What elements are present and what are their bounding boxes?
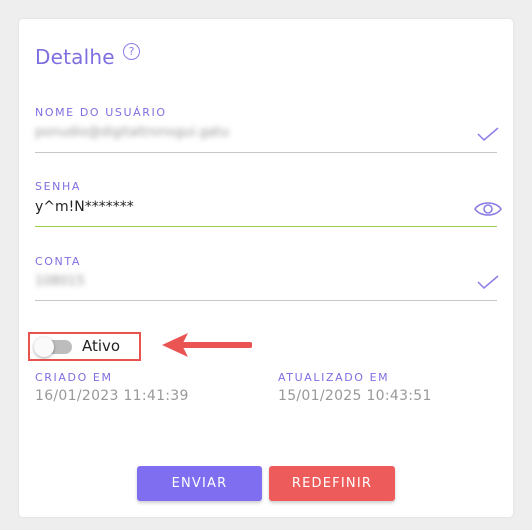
check-icon: [477, 275, 499, 289]
updated-value: 15/01/2025 10:43:51: [278, 388, 432, 404]
username-value[interactable]: ponudio@digitaltronogui.gatu: [35, 125, 229, 140]
card-title: Detalhe: [35, 45, 115, 69]
detail-card: Detalhe ? NOME DO USUÁRIO ponudio@digita…: [19, 19, 513, 517]
username-underline: [35, 152, 497, 153]
help-icon[interactable]: ?: [123, 43, 140, 60]
submit-button[interactable]: ENVIAR: [137, 466, 262, 501]
password-underline: [35, 226, 497, 227]
account-label: CONTA: [35, 255, 81, 268]
check-icon: [477, 127, 499, 141]
status-toggle[interactable]: [34, 337, 54, 357]
username-label: NOME DO USUÁRIO: [35, 106, 167, 119]
created-label: CRIADO EM: [35, 371, 113, 384]
reset-button[interactable]: REDEFINIR: [269, 466, 395, 501]
annotation-arrow-icon: [162, 333, 252, 357]
account-value[interactable]: 108015: [35, 274, 85, 289]
created-value: 16/01/2023 11:41:39: [35, 388, 189, 404]
status-toggle-label[interactable]: Ativo: [82, 337, 120, 355]
password-label: SENHA: [35, 180, 81, 193]
account-underline: [35, 300, 497, 301]
eye-icon[interactable]: [474, 200, 502, 218]
updated-label: ATUALIZADO EM: [278, 371, 390, 384]
password-value[interactable]: y^m!N*******: [35, 199, 134, 215]
